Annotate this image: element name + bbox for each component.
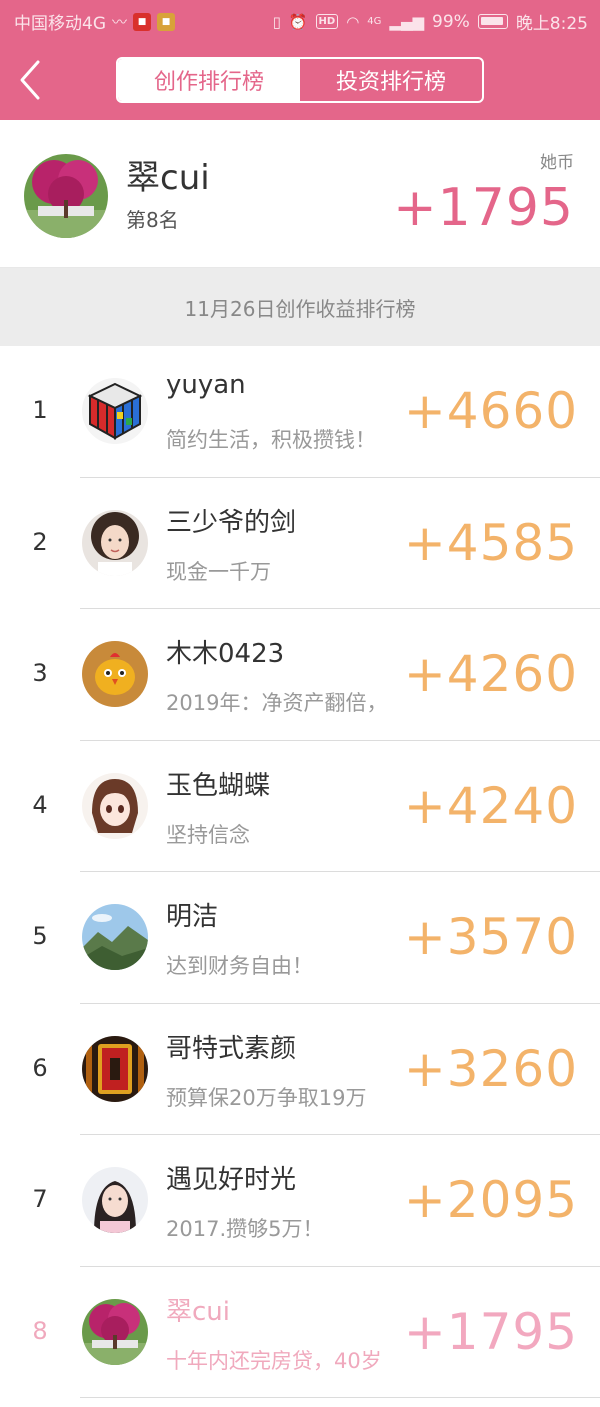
ranking-list: 1 yuyan 简约生活，积极攒钱！ +4660 2 三少爷的剑 现金一千万 +… [0,346,600,1398]
rubiks-cube-avatar-image [82,378,148,444]
avatar [82,509,148,576]
rank-number: 2 [32,527,48,556]
my-score: +1795 [393,178,574,238]
user-name: 哥特式素颜 [166,1033,297,1064]
status-right: ▯ ⏰ HD ◠ 4G ▂▄▆ 99% 晚上8:25 [272,9,588,35]
currency-unit-label: 她币 [540,153,574,173]
battery-percent: 99% [432,11,470,32]
avatar [24,154,108,238]
tab-creation-ranking[interactable]: 创作排行榜 [118,59,300,101]
rank-number: 8 [32,1316,48,1345]
app-notification-icon: ■ [133,12,152,31]
user-name: 明洁 [166,902,219,932]
network-type-label: 4G [367,16,382,27]
user-score: +3260 [403,1039,578,1098]
rank-number: 4 [32,790,48,819]
user-name: yuyan [166,370,246,400]
alarm-icon: ⏰ [288,12,308,31]
user-motto: 2017.攒够5万！ [166,1217,324,1241]
ranking-type-switcher: 创作排行榜 投资排行榜 [116,57,484,103]
ranking-date-banner: 11月26日创作收益排行榜 [0,268,600,346]
list-item[interactable]: 5 明洁 达到财务自由！ +3570 [0,872,600,1004]
tab-investment-ranking[interactable]: 投资排行榜 [300,59,482,101]
user-score: +4260 [403,645,578,703]
battery-icon [477,14,508,29]
user-name: 木木0423 [166,639,285,669]
list-item-current-user[interactable]: 8 翠cui 十年内还完房贷，40岁 +1795 [0,1267,600,1398]
list-item[interactable]: 3 木木0423 2019年：净资产翻倍， +4260 [0,609,600,741]
signal-icon: ▂▄▆ [389,12,425,31]
avatar [82,378,148,444]
clock: 晚上8:25 [515,14,588,34]
user-name: 玉色蝴蝶 [166,770,271,801]
list-item[interactable]: 4 玉色蝴蝶 坚持信念 +4240 [0,741,600,872]
user-motto: 简约生活，积极攒钱！ [166,428,376,452]
status-bar: 中国移动4G 〰 ■ ■ ▯ ⏰ HD ◠ 4G ▂▄▆ 99% 晚上8:25 [0,0,600,40]
user-score: +4240 [403,776,578,835]
activity-icon: 〰 [112,12,128,31]
row-divider [80,1397,600,1398]
rank-number: 3 [32,659,48,687]
top-bar: 中国移动4G 〰 ■ ■ ▯ ⏰ HD ◠ 4G ▂▄▆ 99% 晚上8:25 … [0,0,600,120]
app-notification-icon-2: ■ [157,12,176,31]
avatar [82,904,148,970]
vibrate-icon: ▯ [272,12,281,31]
list-item[interactable]: 1 yuyan 简约生活，积极攒钱！ +4660 [0,346,600,478]
woman-selfie-avatar-image [82,1167,148,1233]
anime-girl-avatar-image [82,772,148,839]
user-score: +4585 [403,513,578,572]
avatar [82,1167,148,1233]
cartoon-chick-avatar-image [82,641,148,707]
lantern-sign-avatar-image [82,1035,148,1102]
user-motto: 现金一千万 [166,559,271,584]
user-name: 遇见好时光 [166,1165,297,1195]
avatar [82,1298,148,1365]
mountain-landscape-avatar-image [82,904,148,970]
list-item[interactable]: 6 哥特式素颜 预算保20万争取19万 +3260 [0,1004,600,1135]
user-score: +3570 [403,908,578,966]
avatar [82,641,148,707]
my-name: 翠cui [126,158,210,198]
user-score: +1795 [403,1302,578,1361]
status-left: 中国移动4G 〰 ■ ■ [14,9,176,34]
my-rank-card[interactable]: 翠cui 第8名 她币 +1795 [0,120,600,268]
rank-number: 6 [32,1053,48,1082]
user-name: 三少爷的剑 [166,507,297,538]
avatar [82,1035,148,1102]
girl-portrait-avatar-image [82,509,148,576]
user-score: +2095 [403,1171,578,1229]
hd-icon: HD [315,14,339,29]
rank-number: 1 [32,396,48,424]
flower-tree-avatar-image [82,1298,148,1365]
user-name: 翠cui [166,1296,230,1327]
list-item[interactable]: 2 三少爷的剑 现金一千万 +4585 [0,478,600,609]
rank-number: 7 [32,1185,48,1213]
avatar [82,772,148,839]
back-button[interactable] [16,58,46,102]
rank-number: 5 [32,922,48,950]
carrier-label: 中国移动4G [14,14,106,34]
user-motto: 坚持信念 [166,822,250,847]
user-motto: 十年内还完房贷，40岁 [166,1348,382,1373]
user-score: +4660 [403,382,578,440]
flower-tree-avatar-image [24,154,108,238]
user-motto: 2019年：净资产翻倍， [166,691,388,715]
wifi-icon: ◠ [346,12,360,31]
my-rank-position: 第8名 [126,208,179,232]
user-motto: 预算保20万争取19万 [166,1085,367,1110]
user-motto: 达到财务自由！ [166,954,313,978]
chevron-left-icon [20,60,40,100]
list-item[interactable]: 7 遇见好时光 2017.攒够5万！ +2095 [0,1135,600,1267]
